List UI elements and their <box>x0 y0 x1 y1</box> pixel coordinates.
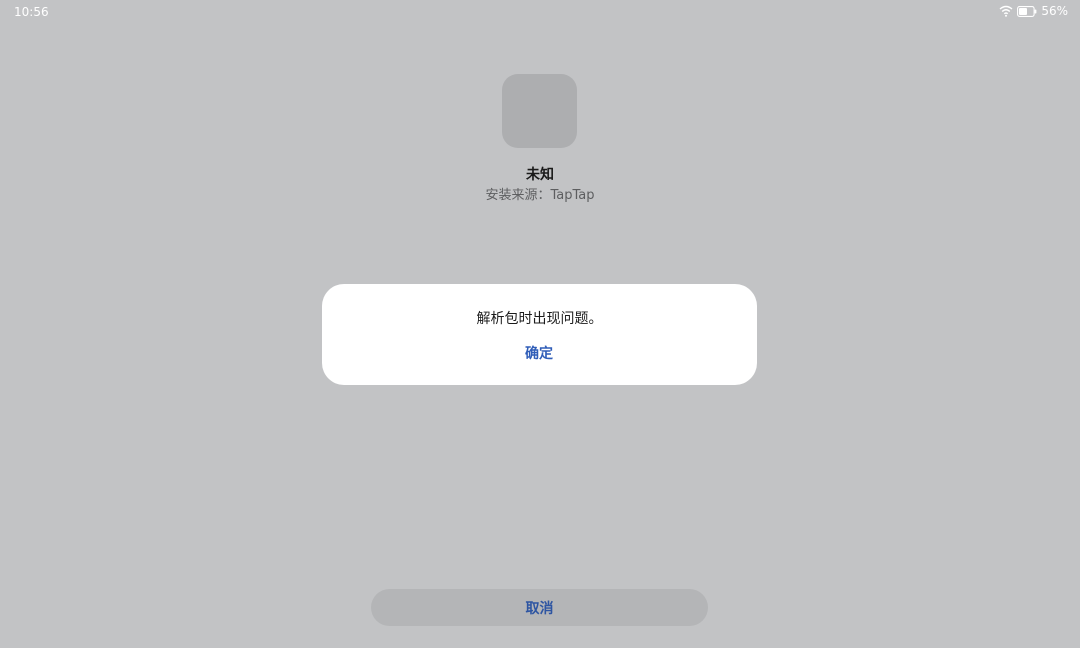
dialog-message: 解析包时出现问题。 <box>476 311 603 327</box>
status-indicators: 56% <box>999 4 1068 18</box>
battery-percent: 56% <box>1041 4 1068 18</box>
status-time: 10:56 <box>14 5 49 19</box>
install-source: 安装来源：TapTap <box>485 188 595 203</box>
wifi-icon <box>999 5 1013 17</box>
cancel-button[interactable]: 取消 <box>371 589 708 626</box>
status-bar: 10:56 56% <box>0 0 1080 24</box>
battery-icon <box>1017 5 1037 17</box>
error-dialog: 解析包时出现问题。 确定 <box>322 284 757 385</box>
confirm-button[interactable]: 确定 <box>499 340 579 366</box>
app-name: 未知 <box>526 167 554 183</box>
app-icon-placeholder <box>502 74 577 148</box>
